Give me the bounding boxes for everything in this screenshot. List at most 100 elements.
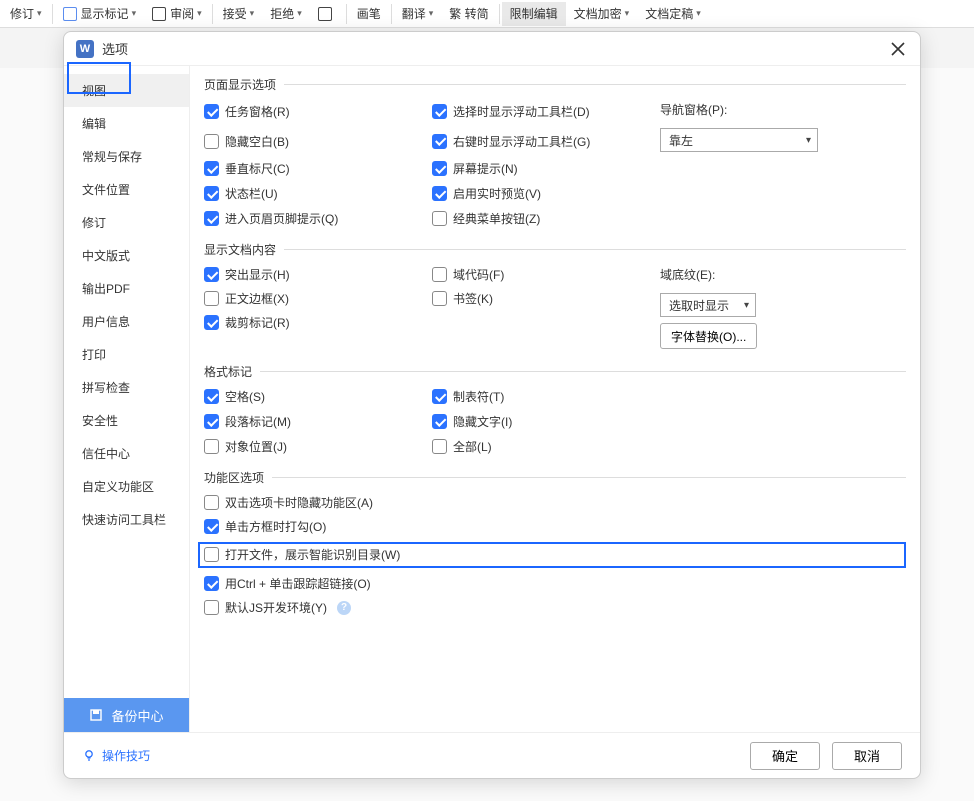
label: 选择时显示浮动工具栏(D) xyxy=(453,103,590,120)
check-obj-anchor[interactable]: 对象位置(J) xyxy=(204,438,432,455)
sidebar-item-quick-access[interactable]: 快速访问工具栏 xyxy=(64,503,189,536)
check-screen-tip[interactable]: 屏幕提示(N) xyxy=(432,160,660,177)
label: 隐藏空白(B) xyxy=(225,133,289,150)
checkbox-icon xyxy=(204,291,219,306)
sidebar-item-cjk-layout[interactable]: 中文版式 xyxy=(64,239,189,272)
sidebar-item-spellcheck[interactable]: 拼写检查 xyxy=(64,371,189,404)
check-crop-marks[interactable]: 裁剪标记(R) xyxy=(204,314,432,331)
check-classic-menu[interactable]: 经典菜单按钮(Z) xyxy=(432,210,660,227)
check-paragraph[interactable]: 段落标记(M) xyxy=(204,413,432,430)
ok-button[interactable]: 确定 xyxy=(750,742,820,770)
label: 文件位置 xyxy=(82,183,130,197)
help-icon[interactable]: ? xyxy=(337,601,351,615)
toolbar-translate[interactable]: 翻译 xyxy=(394,2,442,26)
legend: 功能区选项 xyxy=(204,469,272,486)
tips-link[interactable]: 操作技巧 xyxy=(82,747,150,764)
sidebar-item-user-info[interactable]: 用户信息 xyxy=(64,305,189,338)
checkbox-icon xyxy=(204,519,219,534)
backup-center-button[interactable]: 备份中心 xyxy=(64,698,189,732)
sidebar-item-general-save[interactable]: 常规与保存 xyxy=(64,140,189,173)
checkbox-icon xyxy=(204,267,219,282)
label: 双击选项卡时隐藏功能区(A) xyxy=(225,494,373,511)
label: 经典菜单按钮(Z) xyxy=(453,210,540,227)
dialog-title: 选项 xyxy=(102,39,128,58)
label: 裁剪标记(R) xyxy=(225,314,290,331)
check-dblclick-hide-ribbon[interactable]: 双击选项卡时隐藏功能区(A) xyxy=(204,494,906,511)
separator xyxy=(212,4,213,24)
check-hide-blank[interactable]: 隐藏空白(B) xyxy=(204,133,432,150)
separator xyxy=(52,4,53,24)
label: 打开文件，展示智能识别目录(W) xyxy=(225,546,400,563)
check-click-box-check[interactable]: 单击方框时打勾(O) xyxy=(204,518,906,535)
toolbar-review[interactable]: 审阅 xyxy=(144,2,210,26)
check-bookmarks[interactable]: 书签(K) xyxy=(432,290,660,307)
check-sel-float-toolbar[interactable]: 选择时显示浮动工具栏(D) xyxy=(432,103,660,120)
label: 中文版式 xyxy=(82,249,130,263)
check-tab[interactable]: 制表符(T) xyxy=(432,388,660,405)
check-spaces[interactable]: 空格(S) xyxy=(204,388,432,405)
toolbar-doc-encrypt[interactable]: 文档加密 xyxy=(566,2,638,26)
check-live-preview[interactable]: 启用实时预览(V) xyxy=(432,185,660,202)
toolbar-compare-icon[interactable] xyxy=(310,2,344,26)
check-rclick-float-toolbar[interactable]: 右键时显示浮动工具栏(G) xyxy=(432,133,660,150)
separator xyxy=(346,4,347,24)
check-field-codes[interactable]: 域代码(F) xyxy=(432,266,660,283)
check-vruler[interactable]: 垂直标尺(C) xyxy=(204,160,432,177)
label: 用户信息 xyxy=(82,315,130,329)
checkbox-icon xyxy=(204,186,219,201)
checkbox-icon xyxy=(432,439,447,454)
sidebar-item-print[interactable]: 打印 xyxy=(64,338,189,371)
nav-pane-select[interactable]: 靠左 xyxy=(660,128,818,152)
checkbox-icon xyxy=(204,104,219,119)
checkbox-icon xyxy=(432,134,447,149)
check-all-marks[interactable]: 全部(L) xyxy=(432,438,660,455)
label: 视图 xyxy=(82,84,106,98)
check-header-footer-hint[interactable]: 进入页眉页脚提示(Q) xyxy=(204,210,432,227)
sidebar-item-security[interactable]: 安全性 xyxy=(64,404,189,437)
sidebar-item-export-pdf[interactable]: 输出PDF xyxy=(64,272,189,305)
section-doc-content: 显示文档内容 突出显示(H) 正文边框(X) 裁剪标记(R) 域代码(F) 书签… xyxy=(204,241,906,353)
checkbox-icon xyxy=(204,414,219,429)
check-highlight[interactable]: 突出显示(H) xyxy=(204,266,432,283)
label: 限制编辑 xyxy=(510,5,558,22)
check-ctrl-click-hyperlink[interactable]: 用Ctrl + 单击跟踪超链接(O) xyxy=(204,575,906,592)
checkbox-icon xyxy=(204,576,219,591)
label: 单击方框时打勾(O) xyxy=(225,518,326,535)
check-default-js-dev[interactable]: 默认JS开发环境(Y)? xyxy=(204,599,906,616)
toolbar-pen[interactable]: 画笔 xyxy=(349,2,389,26)
sidebar-item-trust-center[interactable]: 信任中心 xyxy=(64,437,189,470)
check-statusbar[interactable]: 状态栏(U) xyxy=(204,185,432,202)
sidebar-item-revise[interactable]: 修订 xyxy=(64,206,189,239)
toolbar-trad-conv[interactable]: 繁 转简 xyxy=(441,2,496,26)
label: 状态栏(U) xyxy=(225,185,278,202)
font-substitution-button[interactable]: 字体替换(O)... xyxy=(660,323,757,349)
sidebar-item-customize-ribbon[interactable]: 自定义功能区 xyxy=(64,470,189,503)
check-open-show-toc[interactable]: 打开文件，展示智能识别目录(W) xyxy=(204,546,400,563)
label: 全部(L) xyxy=(453,438,492,455)
checkbox-icon xyxy=(204,547,219,562)
field-shading-select[interactable]: 选取时显示 xyxy=(660,293,756,317)
sidebar-item-file-location[interactable]: 文件位置 xyxy=(64,173,189,206)
label: 启用实时预览(V) xyxy=(453,185,541,202)
toolbar-revise[interactable]: 修订 xyxy=(2,2,50,26)
label: 常规与保存 xyxy=(82,150,142,164)
check-hidden-text[interactable]: 隐藏文字(I) xyxy=(432,413,660,430)
label: 快速访问工具栏 xyxy=(82,513,166,527)
toolbar-showmarks[interactable]: 显示标记 xyxy=(55,2,145,26)
toolbar-restrict-edit[interactable]: 限制编辑 xyxy=(502,2,566,26)
toolbar-accept[interactable]: 接受 xyxy=(215,2,263,26)
check-text-boundary[interactable]: 正文边框(X) xyxy=(204,290,432,307)
separator xyxy=(391,4,392,24)
cancel-button[interactable]: 取消 xyxy=(832,742,902,770)
sidebar-item-edit[interactable]: 编辑 xyxy=(64,107,189,140)
sidebar-footer: 备份中心 xyxy=(64,698,189,732)
checkbox-icon xyxy=(204,161,219,176)
toolbar-doc-final[interactable]: 文档定稿 xyxy=(637,2,709,26)
close-button[interactable] xyxy=(888,39,908,59)
sidebar-item-view[interactable]: 视图 xyxy=(64,74,189,107)
separator xyxy=(499,4,500,24)
label: 审阅 xyxy=(170,5,194,22)
check-task-pane[interactable]: 任务窗格(R) xyxy=(204,103,432,120)
toolbar-reject[interactable]: 拒绝 xyxy=(262,2,310,26)
label: 对象位置(J) xyxy=(225,438,287,455)
